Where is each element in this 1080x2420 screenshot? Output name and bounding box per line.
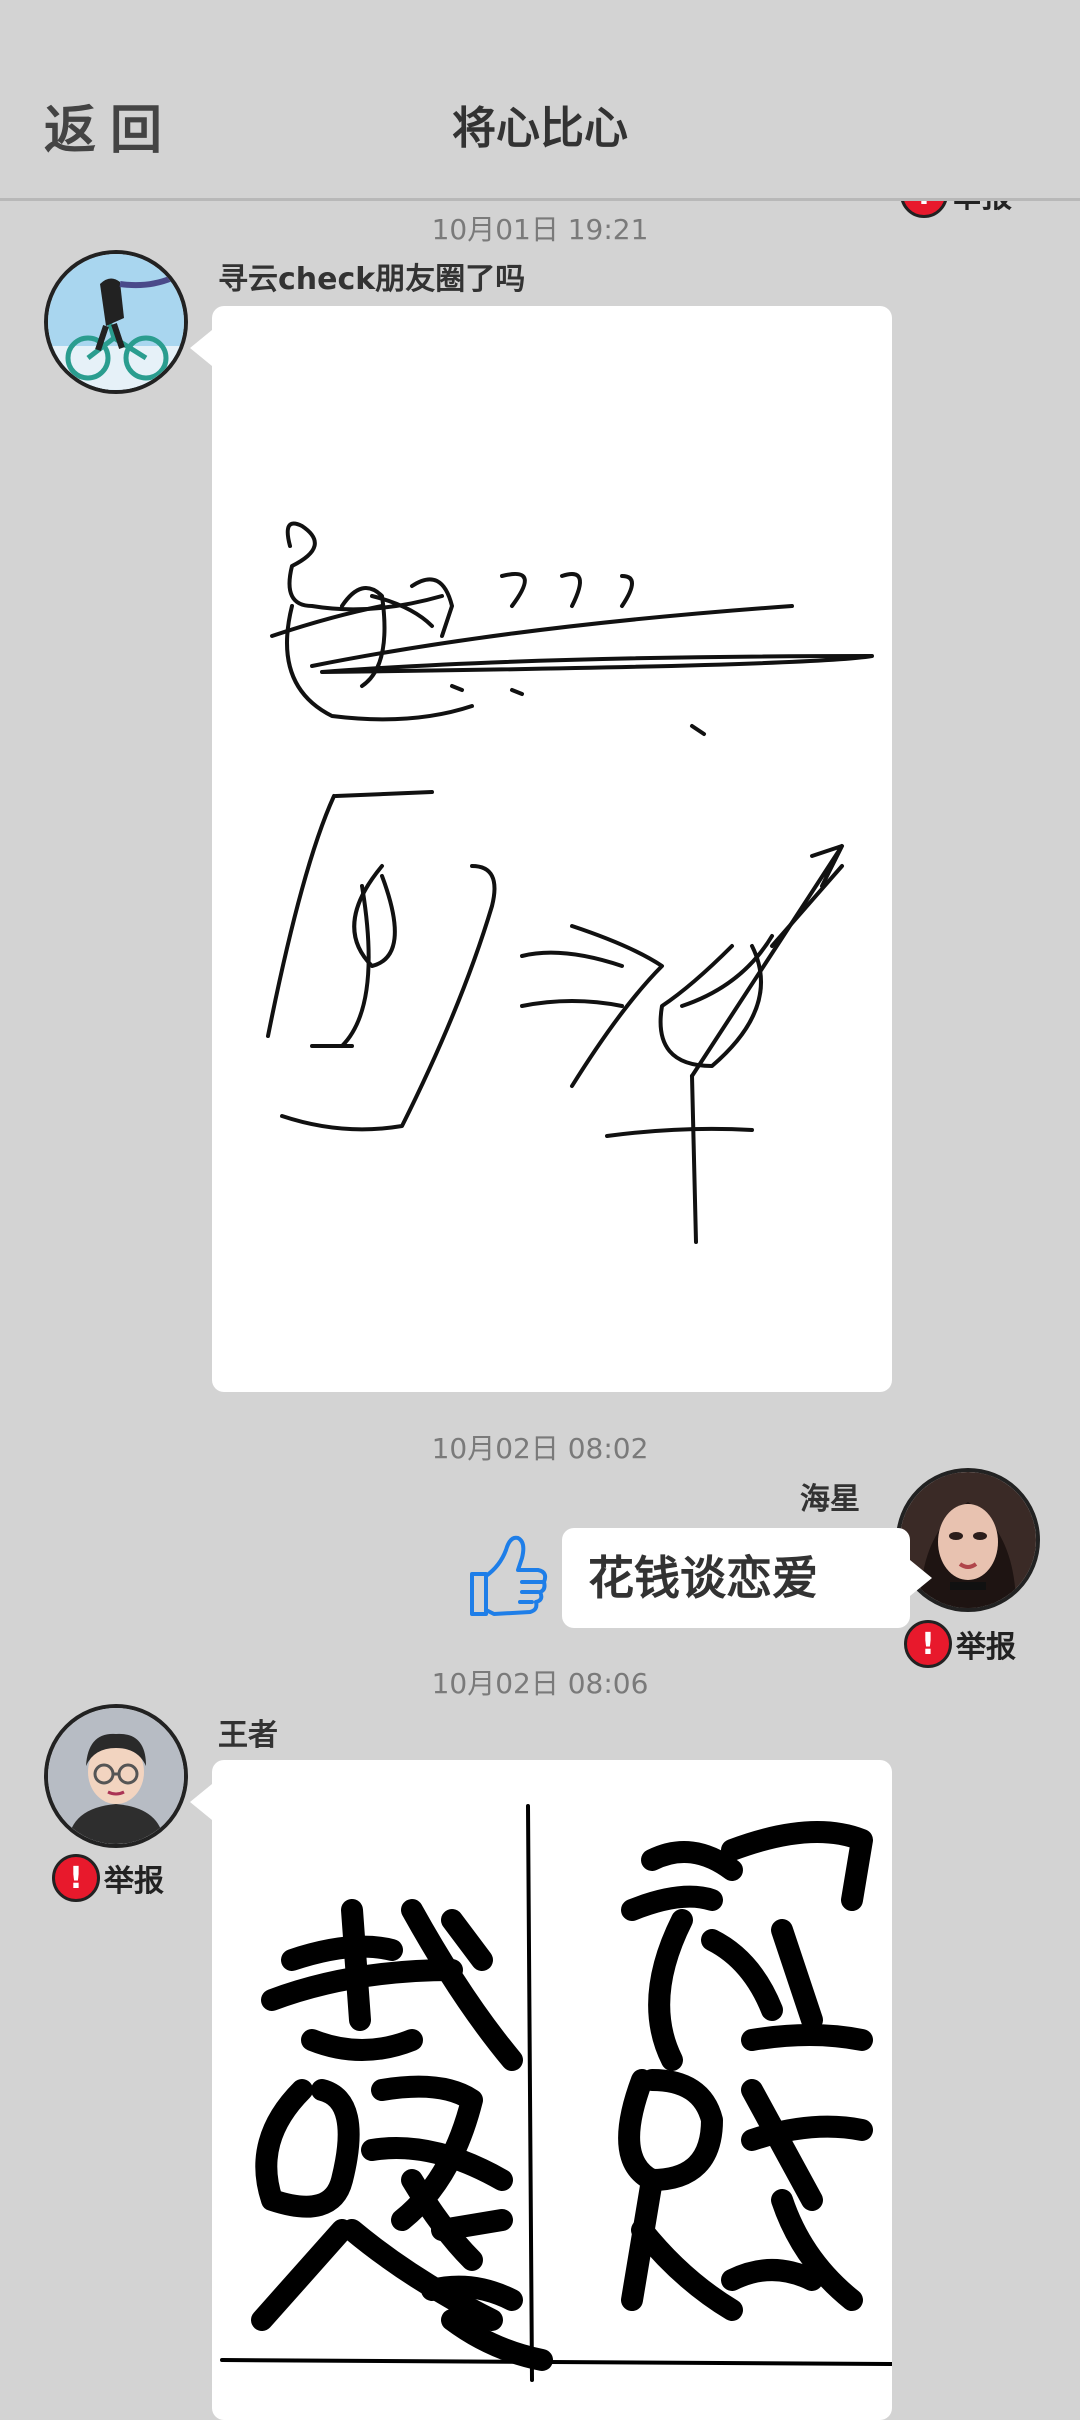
report-button[interactable]: ! 举报 [904, 1620, 1016, 1668]
message-bubble[interactable]: 花钱谈恋爱 [562, 1528, 932, 1628]
top-bar: 返回 将心比心 [0, 0, 1080, 201]
report-button[interactable]: ! 举报 [52, 1854, 164, 1902]
exclamation-circle-icon: ! [52, 1854, 100, 1902]
avatar[interactable] [44, 250, 188, 394]
author-name: 王者 [218, 1718, 278, 1753]
exclamation-circle-icon: ! [904, 1620, 952, 1668]
author-name: 海星 [800, 1482, 860, 1517]
message-timestamp: 10月02日 08:06 [431, 1667, 649, 1700]
drawing-card[interactable] [190, 306, 892, 1392]
drawing-card[interactable] [190, 1760, 894, 2420]
avatar[interactable] [44, 1704, 188, 1848]
message-timestamp: 10月01日 19:21 [431, 213, 649, 246]
message-feed[interactable]: ! 举报 10月01日 19:21 寻云check朋友圈了吗 [0, 0, 1080, 2420]
page-title: 将心比心 [452, 103, 628, 154]
thumbs-up-icon[interactable] [466, 1530, 550, 1626]
message-timestamp: 10月02日 08:02 [431, 1432, 649, 1465]
message-text: 花钱谈恋爱 [588, 1551, 818, 1605]
handwritten-drawing [220, 1804, 894, 2382]
author-name: 寻云check朋友圈了吗 [218, 262, 526, 297]
handwritten-drawing [266, 521, 874, 1244]
